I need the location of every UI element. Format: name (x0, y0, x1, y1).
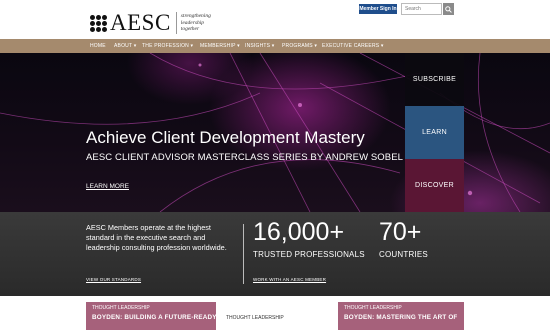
aesc-logo[interactable]: AESC strengthening leadership together (90, 10, 221, 35)
card-boyden-future-ready[interactable]: THOUGHT LEADERSHIP BOYDEN: BUILDING A FU… (86, 302, 216, 330)
nav-item-programs[interactable]: PROGRAMS ▾ (282, 39, 317, 53)
card-boyden-mastering[interactable]: THOUGHT LEADERSHIP BOYDEN: MASTERING THE… (338, 302, 464, 330)
main-nav: HOME ABOUT ▾ THE PROFESSION ▾ MEMBERSHIP… (0, 39, 550, 53)
nav-item-insights[interactable]: INSIGHTS ▾ (245, 39, 275, 53)
card-title: BOYDEN: BUILDING A FUTURE-READY (92, 314, 217, 321)
nav-item-executive-careers[interactable]: EXECUTIVE CAREERS ▾ (322, 39, 384, 53)
countries-label: COUNTRIES (379, 250, 428, 259)
card-tag: THOUGHT LEADERSHIP (344, 305, 402, 311)
countries-count: 70+ (379, 218, 422, 246)
nav-item-about[interactable]: ABOUT ▾ (114, 39, 136, 53)
logo-text: AESC (110, 10, 171, 35)
stats-divider (243, 224, 244, 284)
logo-tagline: strengthening leadership together (180, 13, 211, 33)
membership-statement: AESC Members operate at the highest stan… (86, 223, 227, 253)
learn-more-link[interactable]: LEARN MORE (86, 183, 129, 190)
discover-panel[interactable]: DISCOVER (405, 159, 464, 212)
search-placeholder: Search (405, 6, 421, 12)
work-with-member-link[interactable]: WORK WITH AN AESC MEMBER (253, 277, 326, 282)
card-tag-plain[interactable]: THOUGHT LEADERSHIP (226, 315, 284, 321)
professionals-label: TRUSTED PROFESSIONALS (253, 250, 365, 259)
stats-band: AESC Members operate at the highest stan… (0, 212, 550, 296)
card-tag: THOUGHT LEADERSHIP (92, 305, 150, 311)
learn-panel[interactable]: LEARN (405, 106, 464, 159)
search-icon (445, 5, 452, 13)
hero-subtitle: AESC CLIENT ADVISOR MASTERCLASS SERIES B… (86, 152, 404, 163)
nav-item-profession[interactable]: THE PROFESSION ▾ (142, 39, 193, 53)
subscribe-panel[interactable]: SUBSCRIBE (405, 53, 464, 106)
hero-banner: Achieve Client Development Mastery AESC … (0, 53, 550, 212)
site-header: AESC strengthening leadership together M… (0, 0, 550, 39)
nav-item-home[interactable]: HOME (90, 39, 106, 53)
member-sign-in-button[interactable]: Member Sign In (359, 4, 397, 14)
professionals-count: 16,000+ (253, 218, 345, 246)
search-input[interactable]: Search (401, 3, 442, 15)
view-standards-link[interactable]: VIEW OUR STANDARDS (86, 277, 141, 282)
search-button[interactable] (443, 3, 454, 15)
hero-title: Achieve Client Development Mastery (86, 128, 365, 147)
nav-item-membership[interactable]: MEMBERSHIP ▾ (200, 39, 240, 53)
logo-divider (175, 12, 177, 34)
logo-dots-icon (90, 14, 107, 32)
insights-cards: THOUGHT LEADERSHIP BOYDEN: BUILDING A FU… (0, 296, 550, 330)
card-title: BOYDEN: MASTERING THE ART OF (344, 314, 458, 321)
